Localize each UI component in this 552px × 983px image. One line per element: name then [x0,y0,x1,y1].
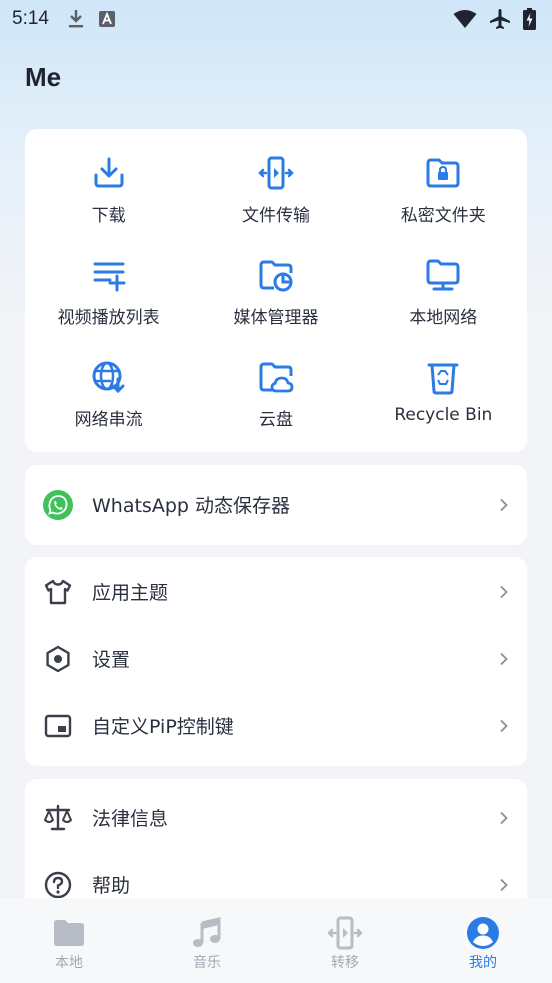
menu-item-label: 应用主题 [92,582,169,604]
quick-action-label: 本地网络 [409,308,478,328]
playlist-add-icon [93,262,126,292]
file-transfer-icon [258,156,294,190]
profile-icon [467,917,499,949]
nav-tab-me[interactable]: 我的 [414,898,552,983]
menu-item-settings[interactable]: 设置 [25,625,527,692]
cloud-drive-icon [259,362,294,393]
menu-item-pip-controls[interactable]: 自定义PiP控制键 [25,692,527,759]
download-icon [94,157,124,188]
quick-action-label: 网络串流 [74,410,143,430]
chevron-right-icon [500,498,508,511]
music-icon [193,917,221,947]
chevron-right-icon [500,811,508,824]
quick-action-playlist[interactable]: 视频播放列表 [25,253,192,355]
quick-action-media-manager[interactable]: 媒体管理器 [192,253,359,355]
bottom-nav: 本地 音乐 转移 我的 [0,898,552,983]
network-stream-icon [92,361,125,394]
nav-tab-label: 本地 [55,955,83,971]
chevron-right-icon [500,878,508,891]
tshirt-icon [44,579,72,604]
nav-tab-local[interactable]: 本地 [0,898,138,983]
battery-charging-icon [523,8,536,30]
settings-card: 应用主题 设置 自定义PiP控制键 [25,557,527,766]
nav-tab-transfer[interactable]: 转移 [276,898,414,983]
folder-icon [54,920,84,946]
local-network-icon [426,259,460,291]
menu-item-app-theme[interactable]: 应用主题 [25,558,527,625]
chevron-right-icon [500,585,508,598]
recycle-bin-icon [427,363,459,395]
quick-actions-card: 下载 文件传输 私密文件夹 视频播放列表 媒体管理器 本地网络 网络串流 云盘 … [25,129,527,452]
status-time: 5:14 [12,8,49,29]
quick-action-file-transfer[interactable]: 文件传输 [192,151,359,253]
quick-action-label: 云盘 [258,410,293,430]
legal-card: 法律信息 帮助 [25,779,527,909]
status-bar: 5:14 [0,0,552,38]
nav-tab-label: 音乐 [193,955,221,971]
pip-icon [44,714,72,737]
whatsapp-label: WhatsApp 动态保存器 [92,495,290,517]
whatsapp-card: WhatsApp 动态保存器 [25,465,527,545]
chevron-right-icon [500,652,508,665]
scale-icon [44,804,72,830]
settings-icon [46,645,70,672]
nav-tab-label: 我的 [469,955,497,971]
quick-action-cloud-drive[interactable]: 云盘 [192,355,359,457]
chevron-right-icon [500,719,508,732]
media-manager-icon [259,260,293,292]
nav-tab-label: 转移 [331,955,359,971]
wifi-icon [453,10,477,28]
download-notification-icon [68,10,83,28]
quick-action-label: 媒体管理器 [233,308,319,328]
nav-tab-music[interactable]: 音乐 [138,898,276,983]
menu-item-label: 法律信息 [92,808,169,830]
whatsapp-icon [43,489,73,520]
menu-item-legal[interactable]: 法律信息 [25,784,527,851]
menu-item-label: 设置 [92,649,131,671]
menu-item-label: 自定义PiP控制键 [92,716,234,738]
quick-action-recycle-bin[interactable]: Recycle Bin [360,355,527,457]
quick-action-label: 下载 [91,206,126,226]
quick-action-download[interactable]: 下载 [25,151,192,253]
quick-action-label: 文件传输 [241,206,310,226]
quick-action-label: Recycle Bin [394,405,493,425]
quick-action-private-folder[interactable]: 私密文件夹 [360,151,527,253]
menu-item-label: 帮助 [92,875,131,897]
quick-action-label: 视频播放列表 [57,308,160,328]
whatsapp-status-saver-row[interactable]: WhatsApp 动态保存器 [25,471,527,538]
transfer-icon [328,916,362,950]
quick-action-network-stream[interactable]: 网络串流 [25,355,192,457]
translate-notification-icon [98,11,115,27]
airplane-icon [490,9,510,29]
quick-action-local-network[interactable]: 本地网络 [360,253,527,355]
page-title: Me [25,62,62,92]
quick-action-label: 私密文件夹 [400,206,486,226]
help-icon [44,871,72,898]
private-folder-icon [426,158,460,188]
